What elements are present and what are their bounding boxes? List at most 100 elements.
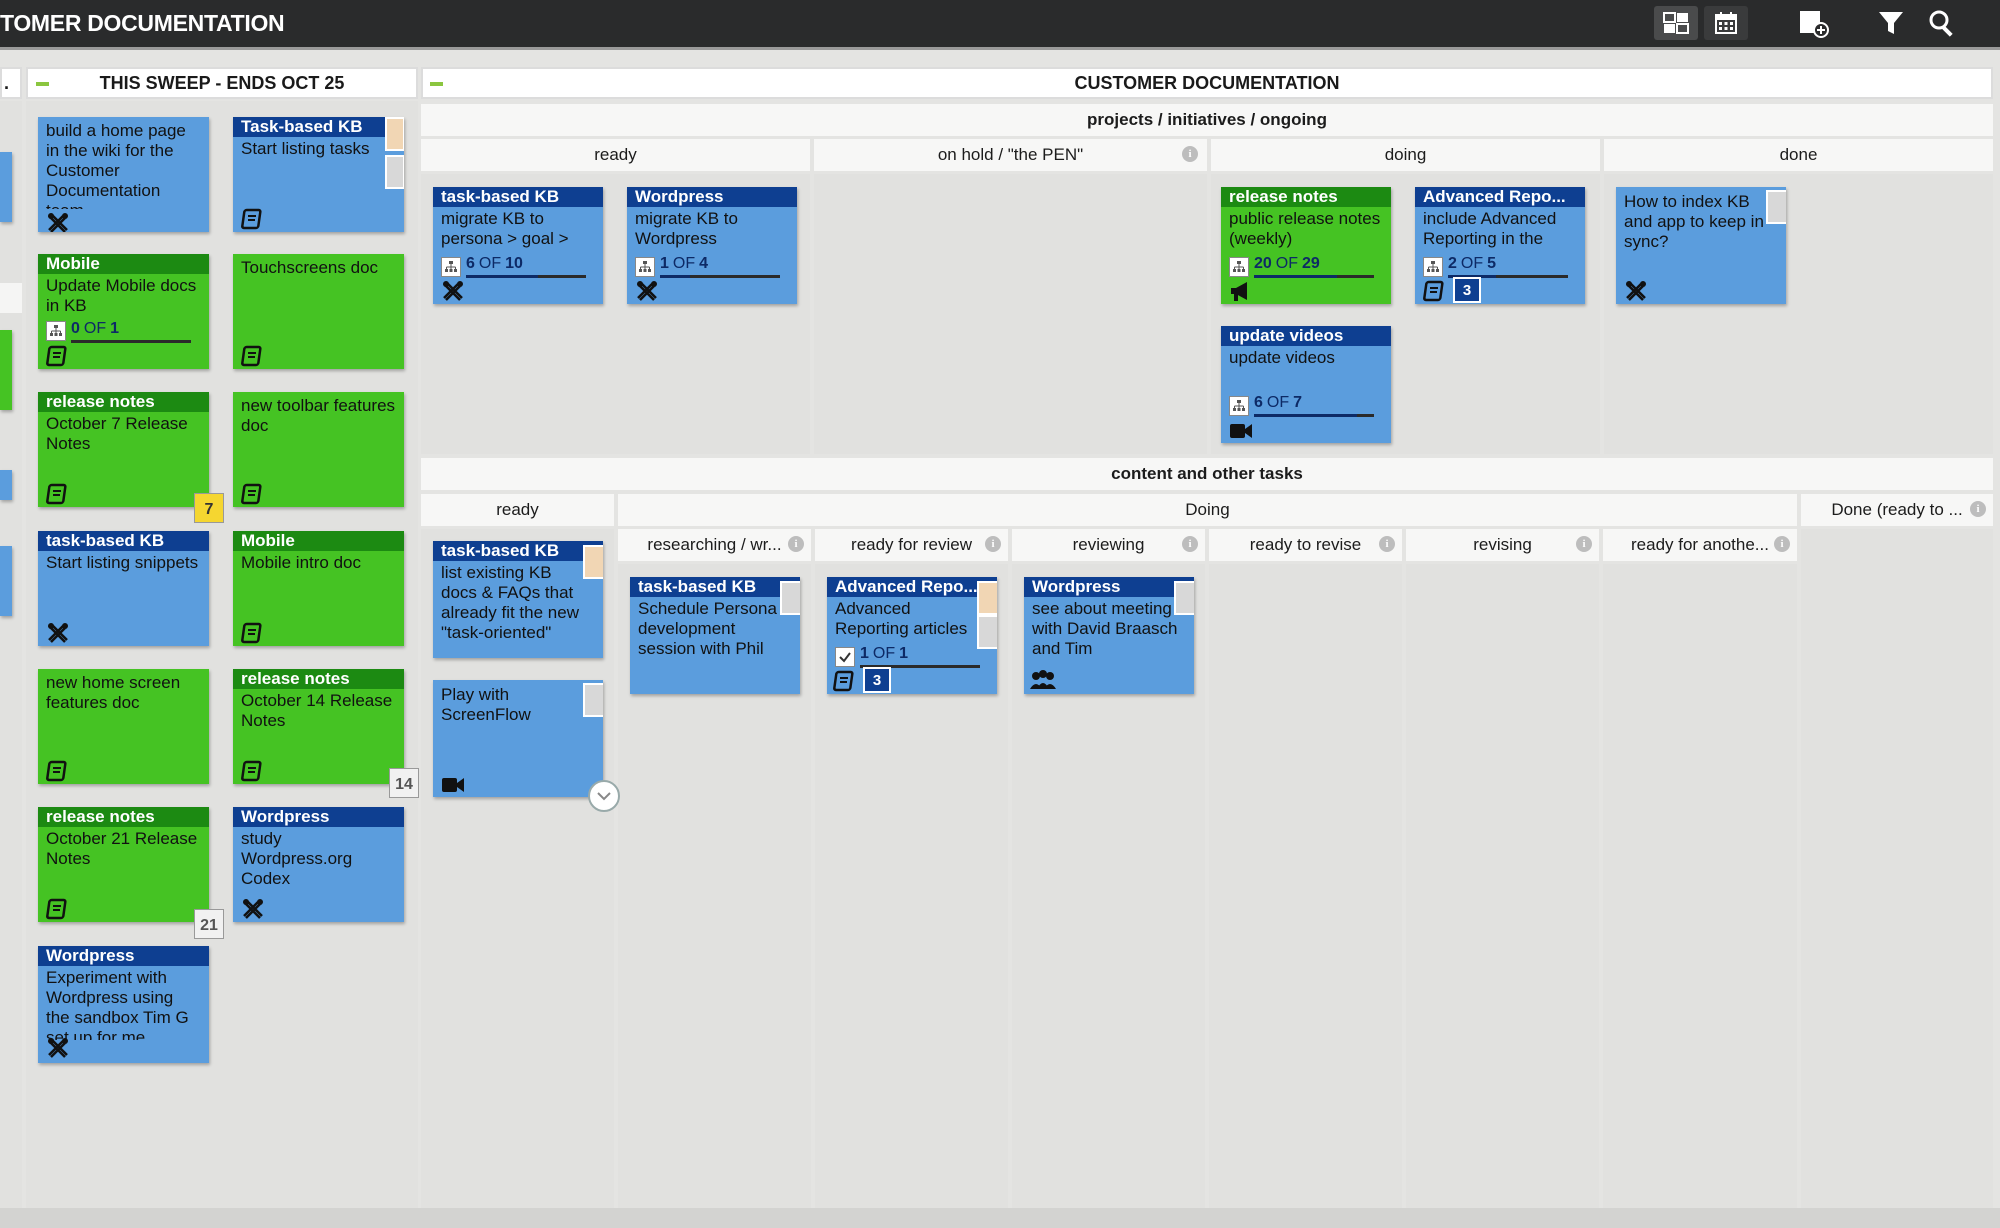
subcolumn-header[interactable]: ready to revise (1209, 529, 1402, 561)
subtasks-icon (635, 257, 655, 277)
card[interactable]: release notes public release notes (week… (1221, 187, 1391, 304)
tools-icon (48, 213, 68, 232)
column-body (1209, 564, 1402, 1208)
progress-text: 6 OF 7 (1254, 394, 1303, 411)
book-icon (46, 760, 67, 782)
card-title: release notes (38, 392, 209, 412)
card-partial[interactable] (0, 546, 12, 616)
info-icon[interactable]: i (985, 536, 1001, 552)
attachment-count-badge[interactable]: 3 (863, 667, 891, 693)
column-header-ready[interactable]: ready (421, 494, 614, 526)
card-text: Experiment with Wordpress using the sand… (46, 968, 189, 1040)
column-header-doing[interactable]: Doing (618, 494, 1797, 526)
main-lane-header[interactable]: CUSTOMER DOCUMENTATION (421, 67, 1993, 99)
card[interactable]: update videos update videos 6 OF 7 (1221, 326, 1391, 443)
card[interactable]: task-based KB list existing KB docs & FA… (433, 541, 603, 658)
search-icon[interactable] (1926, 6, 1958, 40)
card-text: migrate KB to Wordpress (635, 209, 738, 248)
card-title: Wordpress (627, 187, 797, 207)
card[interactable]: Play with ScreenFlow (433, 680, 603, 797)
subtasks-icon (1229, 396, 1249, 416)
calendar-icon[interactable] (1704, 6, 1748, 40)
column-header-done[interactable]: done (1604, 139, 1993, 171)
previous-lane-body (0, 101, 22, 1208)
card[interactable]: Wordpress migrate KB to Wordpress 1 OF 4 (627, 187, 797, 304)
book-icon (241, 483, 262, 505)
card[interactable]: release notes October 7 Release Notes (38, 392, 209, 507)
card[interactable]: task-based KB migrate KB to persona > go… (433, 187, 603, 304)
card[interactable]: Wordpress Experiment with Wordpress usin… (38, 946, 209, 1063)
progress-text: 20 OF 29 (1254, 255, 1320, 272)
horizontal-scrollbar[interactable] (0, 1208, 2000, 1228)
book-icon (46, 898, 67, 920)
column-header-done[interactable]: Done (ready to ... (1801, 494, 1993, 526)
card-text: Play with ScreenFlow (441, 685, 531, 724)
card-partial[interactable] (0, 470, 12, 500)
card-title: task-based KB (433, 187, 603, 207)
card-text: update videos (1229, 348, 1335, 367)
card-partial[interactable] (0, 330, 12, 410)
info-icon[interactable]: i (1576, 536, 1592, 552)
card-text: Start listing snippets (46, 553, 199, 572)
card[interactable]: release notes October 14 Release Notes (233, 669, 404, 784)
board-view-icon[interactable] (1654, 6, 1698, 40)
info-icon[interactable]: i (1182, 146, 1198, 162)
card[interactable]: Wordpress study Wordpress.org Codex (233, 807, 404, 922)
card[interactable]: Wordpress see about meeting with David B… (1024, 577, 1194, 694)
card-title: release notes (233, 669, 404, 689)
info-icon[interactable]: i (788, 536, 804, 552)
progress-text: 6 OF 10 (466, 255, 523, 272)
card[interactable]: new home screen features doc (38, 669, 209, 784)
progress-fill (660, 275, 690, 278)
column-header-doing[interactable]: doing (1211, 139, 1600, 171)
progress-text: 1 OF 4 (660, 255, 709, 272)
section-header-projects[interactable]: projects / initiatives / ongoing (421, 104, 1993, 136)
column-header-ready[interactable]: ready (421, 139, 810, 171)
progress-bar (71, 340, 191, 343)
column-body (1603, 564, 1797, 1208)
avatar (977, 581, 997, 615)
due-date-badge[interactable]: 14 (389, 768, 419, 798)
book-icon (241, 345, 262, 367)
info-icon[interactable]: i (1774, 536, 1790, 552)
info-icon[interactable]: i (1182, 536, 1198, 552)
card-title: Advanced Repo... (1415, 187, 1585, 207)
card[interactable]: Mobile Update Mobile docs in KB 0 OF 1 (38, 254, 209, 369)
card[interactable]: How to index KB and app to keep in sync? (1616, 187, 1786, 304)
sweep-lane-header[interactable]: THIS SWEEP - ENDS OCT 25 (26, 67, 418, 99)
section-header-content[interactable]: content and other tasks (421, 458, 1993, 490)
card[interactable]: task-based KB Start listing snippets (38, 531, 209, 646)
chevron-down-icon[interactable] (588, 780, 620, 812)
info-icon[interactable]: i (1970, 501, 1986, 517)
card-partial[interactable] (0, 152, 12, 222)
subcolumn-header[interactable]: revising (1406, 529, 1599, 561)
card[interactable]: build a home page in the wiki for the Cu… (38, 117, 209, 232)
subcolumn-header[interactable]: researching / wr... (618, 529, 811, 561)
card-title: task-based KB (433, 541, 603, 561)
card[interactable]: task-based KB Schedule Persona developme… (630, 577, 800, 694)
card[interactable]: Task-based KB Start listing tasks (233, 117, 404, 232)
collapse-icon[interactable] (430, 82, 443, 86)
previous-lane-header[interactable]: . (0, 67, 22, 99)
card[interactable]: Touchscreens doc (233, 254, 404, 369)
collapse-icon[interactable] (36, 82, 49, 86)
column-body (814, 174, 1207, 454)
filter-icon[interactable] (1876, 6, 1906, 40)
attachment-count-badge[interactable]: 3 (1453, 277, 1481, 303)
card[interactable]: Advanced Repo... Advanced Reporting arti… (827, 577, 997, 694)
due-date-badge[interactable]: 7 (194, 493, 224, 523)
card-text: October 7 Release Notes (46, 414, 188, 453)
card[interactable]: Advanced Repo... include Advanced Report… (1415, 187, 1585, 304)
info-icon[interactable]: i (1379, 536, 1395, 552)
card[interactable]: release notes October 21 Release Notes (38, 807, 209, 922)
book-icon (833, 670, 854, 692)
add-card-icon[interactable] (1796, 6, 1832, 40)
subcolumn-header[interactable]: ready for review (815, 529, 1008, 561)
card-text: migrate KB to persona > goal > (441, 209, 569, 248)
card[interactable]: Mobile Mobile intro doc (233, 531, 404, 646)
subcolumn-header[interactable]: reviewing (1012, 529, 1205, 561)
card[interactable]: new toolbar features doc (233, 392, 404, 507)
due-date-badge[interactable]: 21 (194, 909, 224, 939)
subcolumn-header[interactable]: ready for anothe... (1603, 529, 1797, 561)
column-header-on-hold[interactable]: on hold / "the PEN" (814, 139, 1207, 171)
